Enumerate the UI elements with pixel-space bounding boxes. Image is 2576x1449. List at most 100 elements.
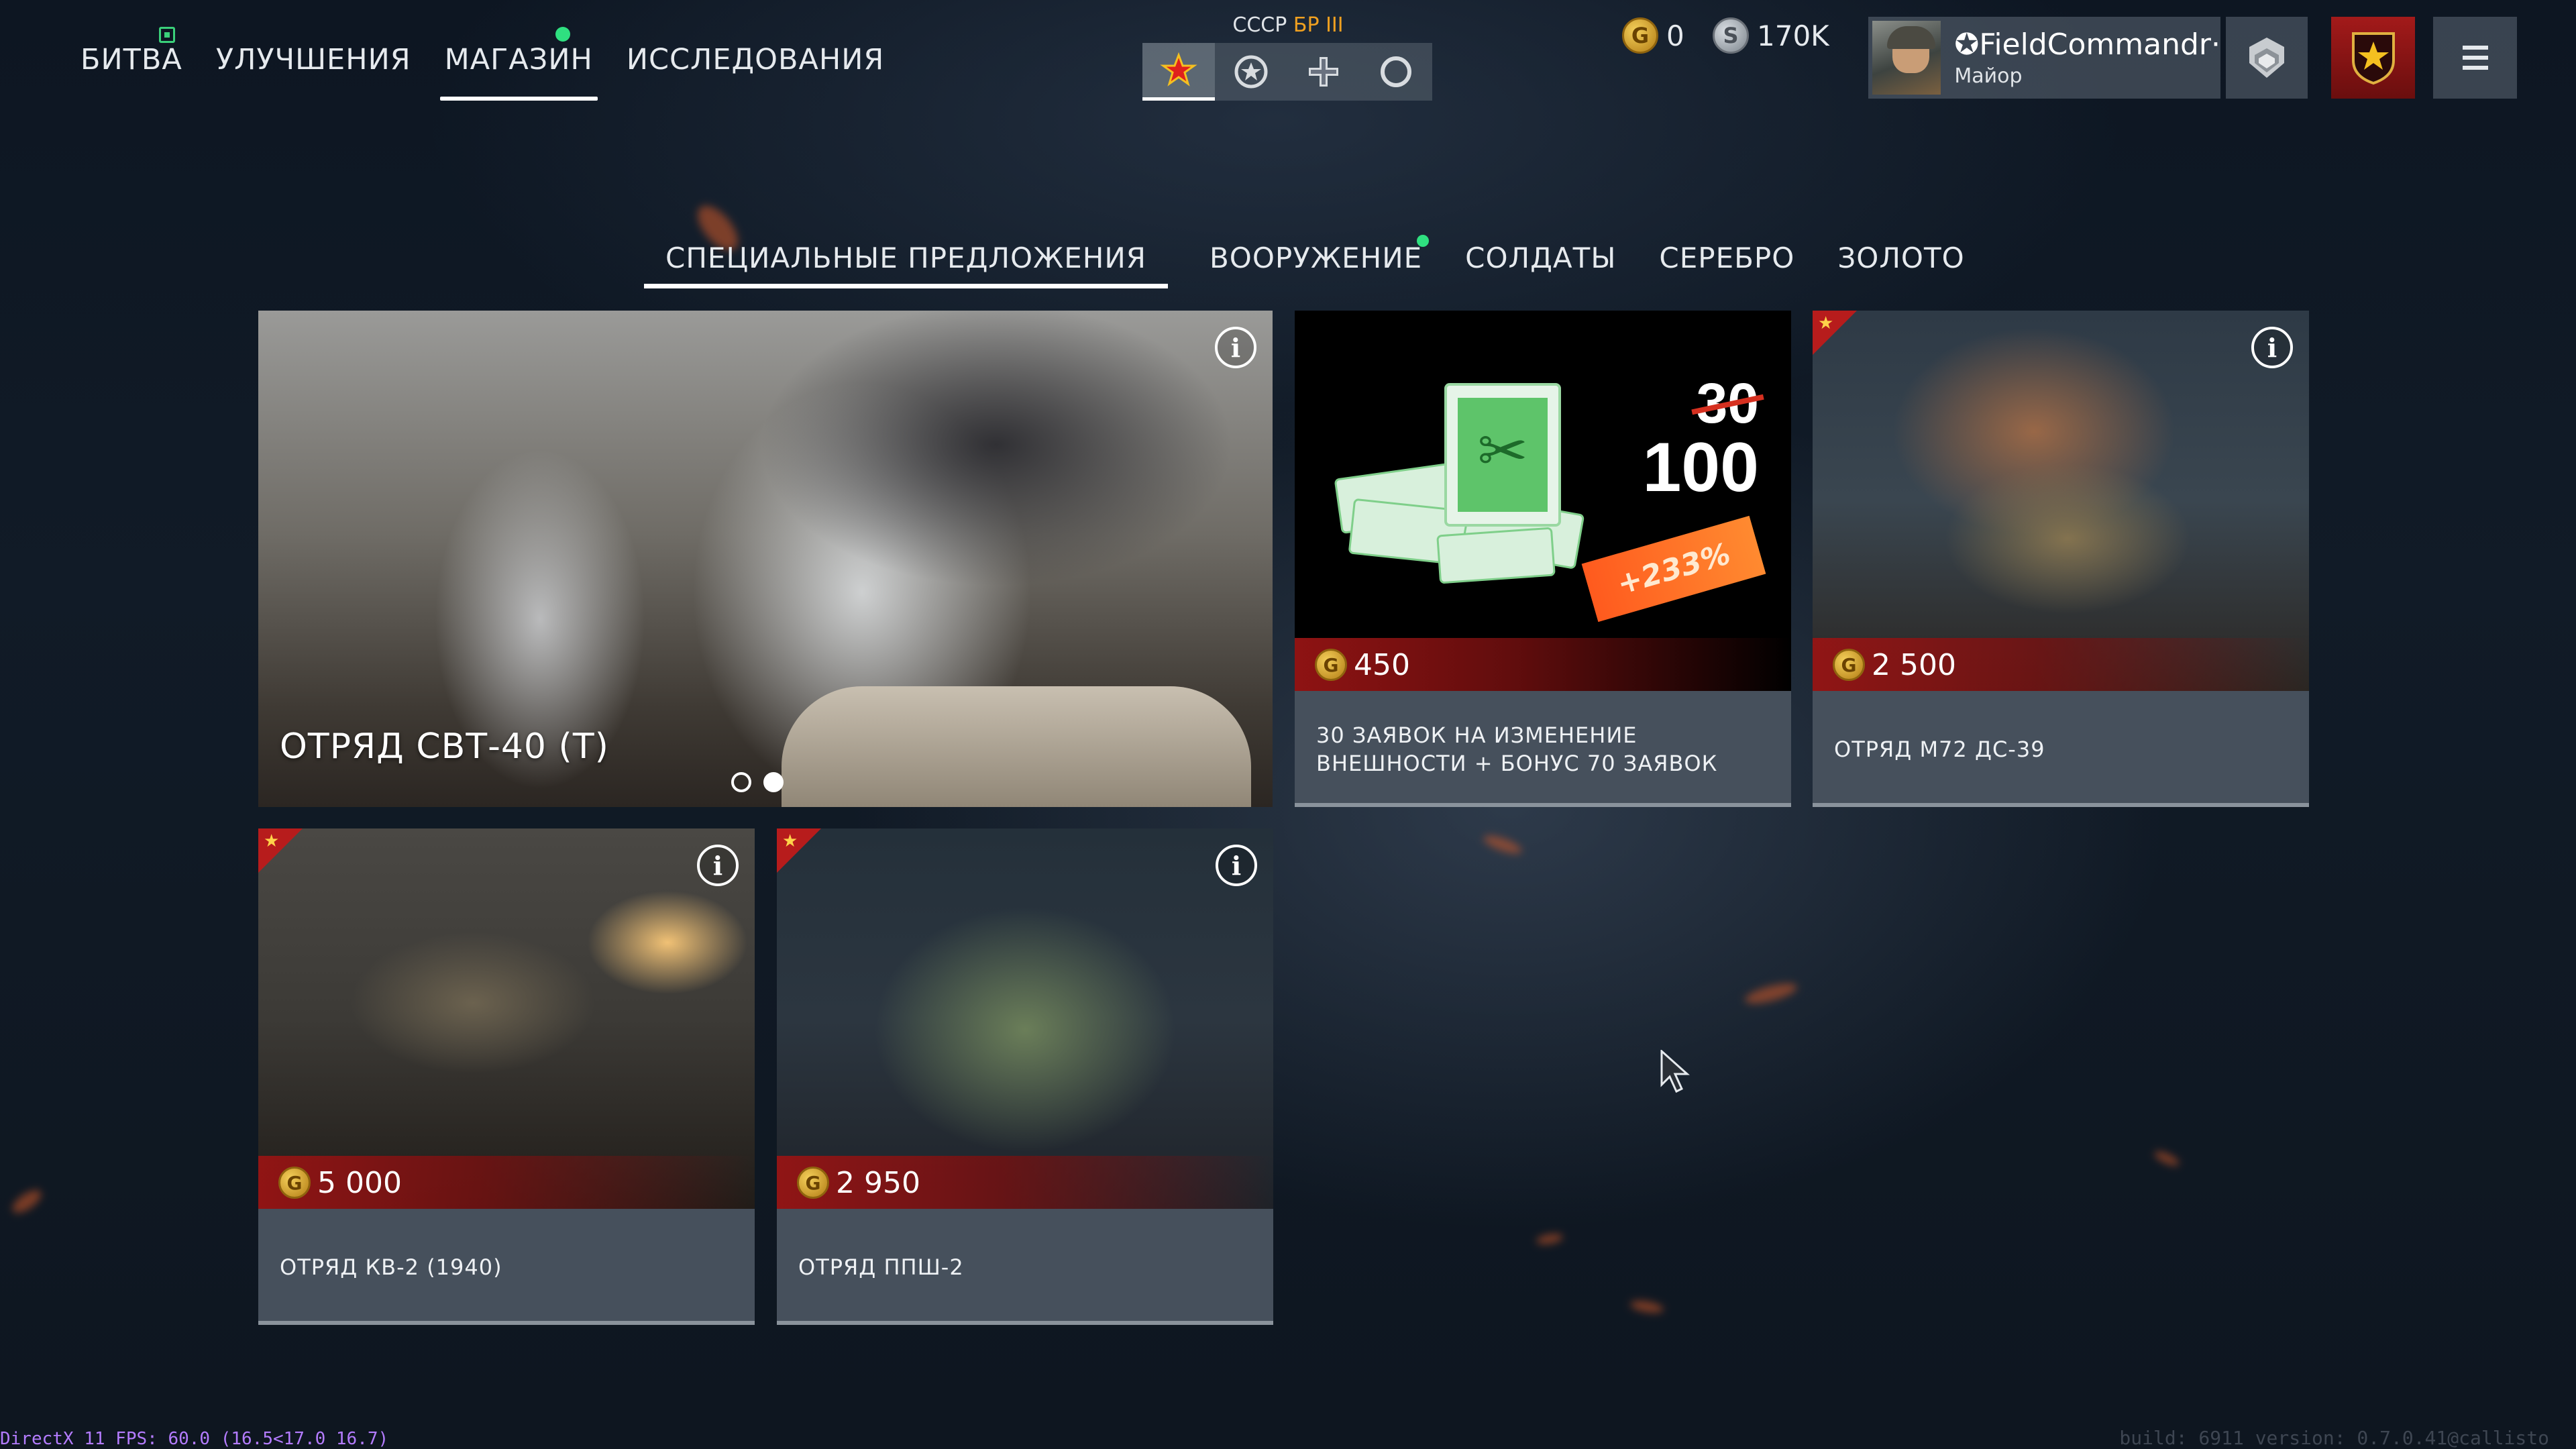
vouchers-offer-card[interactable]: ✂ 30 100 +233% G 450 30 ЗАЯВОК НА ИЗМЕНЕ…	[1295, 311, 1791, 807]
ember-decoration	[1743, 979, 1799, 1008]
ppsh-offer-image	[777, 828, 1273, 1209]
nav-shop[interactable]: МАГАЗИН	[428, 27, 610, 101]
gold-coin-icon: G	[278, 1167, 311, 1199]
vouchers-stack-icon: ✂	[1334, 383, 1585, 584]
profile-panel[interactable]: ✪FieldCommandr· Майор	[1868, 17, 2220, 99]
ember-decoration	[1629, 1298, 1665, 1316]
info-icon[interactable]: i	[1216, 845, 1257, 886]
fps-counter: DirectX 11 FPS: 60.0 (16.5<17.0 16.7)	[0, 1429, 389, 1449]
premium-corner-badge: ★	[258, 828, 303, 873]
tab-weapons[interactable]: ВООРУЖЕНИЕ	[1188, 231, 1444, 288]
silver-balance[interactable]: S 170K	[1713, 17, 1829, 54]
ember-decoration	[1536, 1232, 1564, 1246]
ppsh-caption: ОТРЯД ППШ-2	[777, 1209, 1273, 1325]
premium-corner-badge: ★	[777, 828, 821, 873]
mouse-cursor-icon	[1660, 1050, 1690, 1093]
m72-caption-text: ОТРЯД М72 ДС-39	[1834, 736, 2045, 762]
star-icon	[1160, 52, 1197, 87]
ember-decoration	[2152, 1148, 2182, 1169]
circle-icon	[1381, 56, 1411, 87]
gold-amount: 0	[1666, 19, 1684, 52]
nav-research-label: ИССЛЕДОВАНИЯ	[626, 43, 885, 76]
kv2-caption-text: ОТРЯД КВ-2 (1940)	[280, 1254, 502, 1280]
m72-offer-image	[1813, 311, 2309, 691]
profile-name: ✪FieldCommandr·	[1954, 28, 2220, 62]
star-icon: ★	[264, 831, 280, 851]
nation-tab-ussr[interactable]	[1142, 43, 1215, 101]
vouchers-caption: 30 ЗАЯВОК НА ИЗМЕНЕНИЕ ВНЕШНОСТИ + БОНУС…	[1295, 691, 1791, 807]
tab-soldiers-label: СОЛДАТЫ	[1465, 241, 1617, 274]
svg-text:✂: ✂	[1477, 416, 1527, 486]
m72-offer-card[interactable]: ★ i G 2 500 ОТРЯД М72 ДС-39	[1813, 311, 2309, 807]
silver-amount: 170K	[1757, 19, 1829, 52]
tab-soldiers[interactable]: СОЛДАТЫ	[1444, 231, 1638, 288]
rank-emblem[interactable]	[2226, 17, 2308, 99]
nation-tab-germany[interactable]	[1287, 43, 1360, 101]
new-item-badge-icon	[159, 27, 175, 43]
nav-battle[interactable]: БИТВА	[64, 27, 199, 101]
notification-dot-icon	[555, 27, 570, 42]
vouchers-caption-text: 30 ЗАЯВОК НА ИЗМЕНЕНИЕ ВНЕШНОСТИ + БОНУС…	[1316, 722, 1718, 776]
shield-star-icon	[2351, 32, 2395, 85]
carousel-dot-2[interactable]	[763, 772, 784, 792]
nav-battle-label: БИТВА	[80, 43, 182, 76]
gold-coin-icon: G	[1833, 649, 1865, 681]
ppsh-caption-text: ОТРЯД ППШ-2	[798, 1254, 964, 1280]
gold-coin-icon: G	[1315, 649, 1347, 681]
hamburger-icon	[2462, 46, 2488, 50]
kv2-offer-card[interactable]: ★ i G 5 000 ОТРЯД КВ-2 (1940)	[258, 828, 755, 1325]
tab-silver-label: СЕРЕБРО	[1659, 241, 1795, 274]
ppsh-price: 2 950	[836, 1165, 920, 1200]
gold-coin-icon: G	[1622, 17, 1658, 54]
tab-silver[interactable]: СЕРЕБРО	[1638, 231, 1816, 288]
m72-price: 2 500	[1872, 647, 1956, 682]
vouchers-price: 450	[1354, 647, 1410, 682]
build-version: build: 6911 version: 0.7.0.41@callisto	[2119, 1427, 2549, 1449]
medal-icon	[1234, 55, 1268, 89]
profile-rank: Майор	[1954, 64, 2023, 88]
info-icon[interactable]: i	[1215, 327, 1256, 368]
tab-gold-label: ЗОЛОТО	[1837, 241, 1965, 274]
carousel-dot-1[interactable]	[731, 772, 751, 792]
m72-caption: ОТРЯД М72 ДС-39	[1813, 691, 2309, 807]
squads-button[interactable]	[2331, 17, 2415, 99]
price-bar: G 450	[1295, 638, 1791, 692]
profile-info: ✪FieldCommandr· Майор	[1954, 28, 2220, 88]
star-icon: ★	[782, 831, 798, 851]
shop-tabs: СПЕЦИАЛЬНЫЕ ПРЕДЛОЖЕНИЯ ВООРУЖЕНИЕ СОЛДА…	[644, 231, 1986, 288]
sandbag-decoration	[782, 686, 1251, 807]
hamburger-icon	[2462, 66, 2488, 70]
main-menu-button[interactable]	[2433, 17, 2517, 99]
ppsh-offer-card[interactable]: ★ i G 2 950 ОТРЯД ППШ-2	[777, 828, 1273, 1325]
tab-gold[interactable]: ЗОЛОТО	[1816, 231, 1986, 288]
tab-weapons-label: ВООРУЖЕНИЕ	[1209, 241, 1423, 274]
voucher-new-amount: 100	[1642, 429, 1759, 506]
hero-offer-title: ОТРЯД СВТ-40 (Т)	[280, 727, 609, 767]
ember-decoration	[9, 1185, 45, 1218]
kv2-caption: ОТРЯД КВ-2 (1940)	[258, 1209, 755, 1325]
nation-tab-japan[interactable]	[1360, 43, 1432, 101]
carousel-pager	[731, 772, 784, 792]
price-bar: G 5 000	[258, 1156, 755, 1210]
nation-label: СССР	[1232, 13, 1287, 37]
premium-corner-badge: ★	[1813, 311, 1857, 355]
nav-upgrades[interactable]: УЛУЧШЕНИЯ	[199, 27, 428, 101]
notification-dot-icon	[1417, 235, 1430, 247]
nav-shop-label: МАГАЗИН	[444, 43, 593, 76]
info-icon[interactable]: i	[697, 845, 739, 886]
nation-br-title: СССР БР III	[1140, 13, 1436, 40]
hero-offer-card[interactable]: i ОТРЯД СВТ-40 (Т)	[258, 311, 1273, 807]
tab-special-offers[interactable]: СПЕЦИАЛЬНЫЕ ПРЕДЛОЖЕНИЯ	[644, 231, 1168, 288]
info-icon[interactable]: i	[2251, 327, 2293, 368]
nav-research[interactable]: ИССЛЕДОВАНИЯ	[610, 27, 901, 101]
rank-chevron-icon	[2249, 38, 2284, 78]
nation-tab-usa[interactable]	[1215, 43, 1287, 101]
price-bar: G 2 500	[1813, 638, 2309, 692]
nation-tabs	[1142, 43, 1432, 101]
gold-balance[interactable]: G 0	[1622, 17, 1684, 54]
silver-coin-icon: S	[1713, 17, 1749, 54]
main-nav: БИТВА УЛУЧШЕНИЯ МАГАЗИН ИССЛЕДОВАНИЯ	[64, 27, 901, 101]
tab-special-offers-label: СПЕЦИАЛЬНЫЕ ПРЕДЛОЖЕНИЯ	[665, 241, 1146, 274]
kv2-offer-image	[258, 828, 755, 1209]
nav-upgrades-label: УЛУЧШЕНИЯ	[215, 43, 411, 76]
